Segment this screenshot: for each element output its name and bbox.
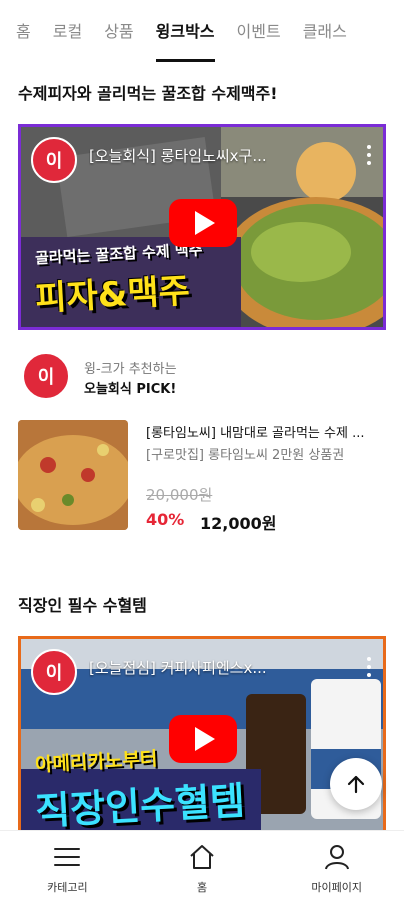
tab-winkbox[interactable]: 윙크박스 [155, 0, 215, 64]
play-icon[interactable] [169, 199, 237, 247]
nav-category[interactable]: 카테고리 [0, 831, 135, 900]
home-icon [188, 843, 216, 871]
discount-rate: 40% [146, 510, 185, 529]
product-card[interactable]: [롱타임노씨] 내맘대로 골라먹는 수제 ... [구로맛집] 롱타임노씨 2만… [18, 420, 388, 533]
person-icon [324, 843, 350, 871]
video-title-2: [오늘점심] 커피사피엔스x... [89, 659, 267, 677]
tab-class[interactable]: 클래스 [303, 0, 347, 64]
nav-label: 마이페이지 [311, 881, 362, 894]
recommender-subtitle: 윙-크가 추천하는 [84, 362, 177, 377]
tab-local[interactable]: 로컬 [53, 0, 82, 64]
arrow-up-icon [347, 775, 365, 794]
product-image [18, 420, 128, 530]
video-thumbnail-2[interactable]: 이 [오늘점심] 커피사피엔스x... 아메리카노부터 직장인수혈템 [18, 636, 386, 836]
video-caption-big-2: 직장인수혈템 [34, 778, 246, 834]
nav-label: 홈 [196, 881, 208, 894]
tab-products[interactable]: 상품 [104, 0, 133, 64]
channel-logo-2: 이 [31, 649, 77, 695]
section-title: 수제피자와 골리먹는 꿀조합 수제맥주! [18, 84, 278, 103]
channel-logo: 이 [31, 137, 77, 183]
recommender-avatar: 이 [22, 352, 70, 400]
video-title: [오늘회식] 롱타임노씨x구... [89, 147, 267, 165]
sale-price: 12,000원 [200, 514, 277, 533]
section-title-2: 직장인 필수 수혈템 [18, 596, 147, 615]
menu-icon [53, 843, 81, 871]
video-caption-big: 피자&맥주 [34, 270, 191, 320]
top-tab-bar: 홈 로컬 상품 윙크박스 이벤트 클래스 [0, 0, 404, 64]
product-title: [롱타임노씨] 내맘대로 골라먹는 수제 ... [146, 426, 365, 441]
recommender-row: 이 윙-크가 추천하는 오늘회식 PICK! [20, 350, 384, 402]
nav-label: 카테고리 [47, 881, 88, 894]
product-store: [구로맛집] 롱타임노씨 2만원 상품권 [146, 448, 345, 463]
tab-events[interactable]: 이벤트 [237, 0, 281, 64]
bottom-nav: 카테고리 홈 마이페이지 [0, 830, 404, 900]
original-price: 20,000원 [146, 486, 213, 504]
play-icon-2[interactable] [169, 715, 237, 763]
nav-mypage[interactable]: 마이페이지 [269, 831, 404, 900]
nav-home[interactable]: 홈 [135, 831, 270, 900]
scroll-to-top-button[interactable] [330, 758, 382, 810]
more-options-icon-2[interactable] [365, 657, 373, 677]
more-options-icon[interactable] [365, 145, 373, 165]
recommender-title: 오늘회식 PICK! [84, 382, 177, 397]
tab-home[interactable]: 홈 [16, 0, 31, 64]
video-thumbnail[interactable]: 이 [오늘회식] 롱타임노씨x구... 골라먹는 꿀조합 수제 맥주 피자&맥주 [18, 124, 386, 330]
